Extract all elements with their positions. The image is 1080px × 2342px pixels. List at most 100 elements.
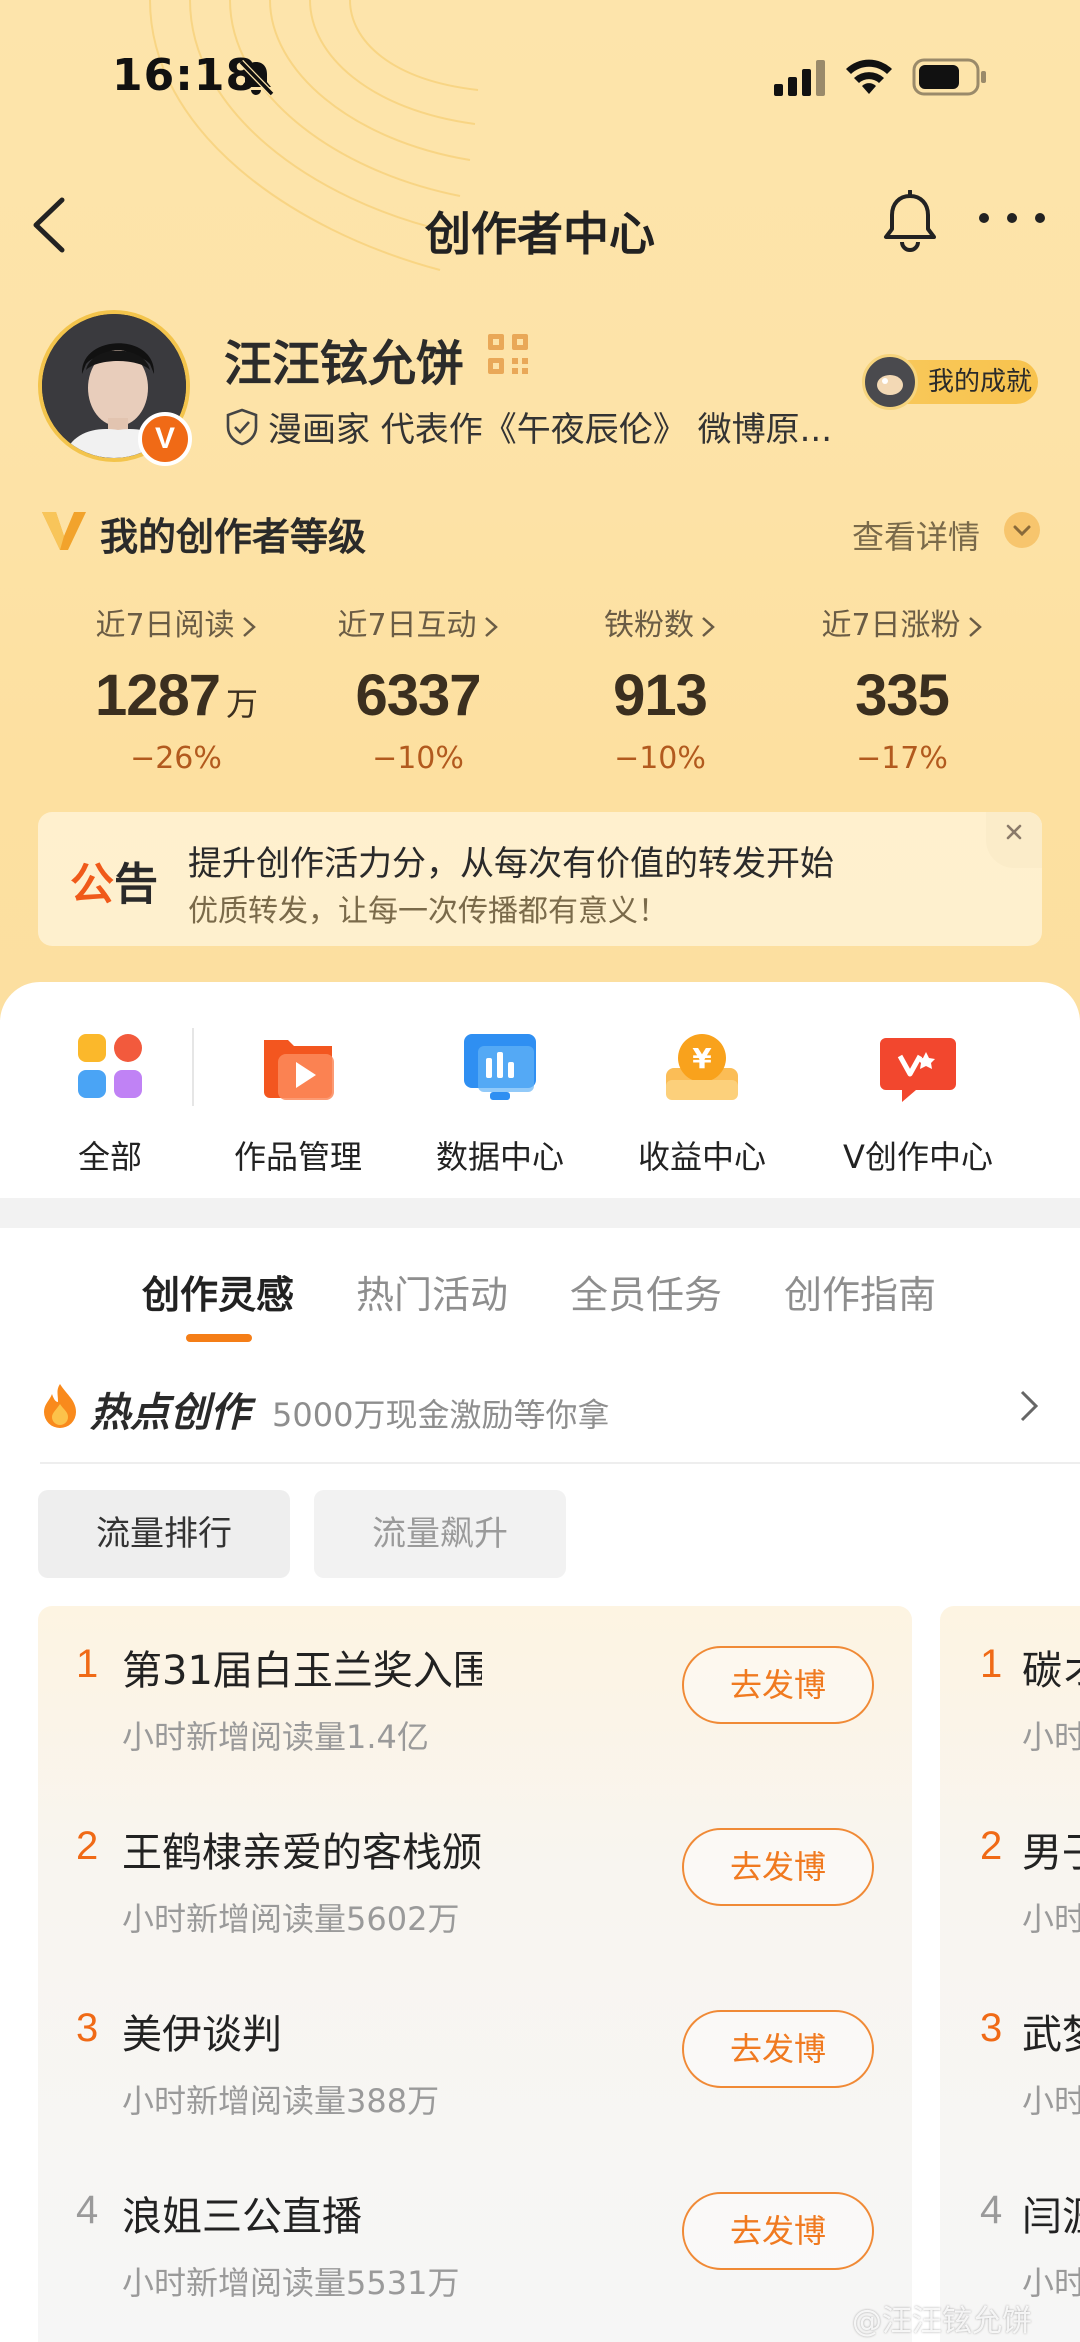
list-item: 3 武梦 小时	[940, 1970, 1080, 2150]
stat-change: −17%	[856, 741, 948, 776]
rank-number: 2	[980, 1824, 1003, 1868]
chevron-right-icon	[242, 616, 256, 637]
view-details-link[interactable]: 查看详情	[852, 512, 980, 558]
divider	[40, 1462, 1080, 1464]
ranking-card-peek[interactable]: 1 碳オ 小时 2 男子 小时 3 武梦 小时 4 闫涯 小时	[940, 1606, 1080, 2342]
close-icon[interactable]	[986, 812, 1042, 868]
filter-traffic-surge[interactable]: 流量飙升	[314, 1490, 566, 1578]
announcement-tag-a: 公	[70, 859, 114, 910]
quick-action-v-creator[interactable]: V创作中心	[818, 1026, 1018, 1178]
quick-action-works[interactable]: 作品管理	[198, 1026, 398, 1178]
topic-title: 闫涯	[1022, 2194, 1080, 2240]
stat-value: 913	[613, 663, 708, 728]
rank-number: 4	[76, 2188, 99, 2232]
topic-title: 武梦	[1022, 2012, 1080, 2058]
stat-value: 6337	[355, 663, 481, 728]
user-name: 汪汪铉允饼	[224, 336, 465, 392]
rank-number: 3	[76, 2006, 99, 2050]
battery-icon	[912, 58, 986, 96]
announcement-banner[interactable]: 公告 提升创作活力分，从每次有价值的转发开始 优质转发，让每一次传播都有意义！	[38, 812, 1042, 946]
my-achievements-button[interactable]: 我的成就	[862, 354, 1038, 410]
list-item: 2 男子 小时	[940, 1788, 1080, 1968]
quick-action-data-center[interactable]: 数据中心	[400, 1026, 600, 1178]
nav-bar: 创作者中心	[0, 180, 1080, 270]
topic-title: 男子	[1022, 1830, 1080, 1876]
quick-action-label: 收益中心	[637, 1138, 766, 1176]
quick-action-label: V创作中心	[843, 1138, 993, 1176]
stat-iron-fans[interactable]: 铁粉数 913 −10%	[540, 600, 780, 776]
watermark: @汪汪铉允饼	[852, 2304, 1032, 2339]
quick-action-earnings[interactable]: ¥ 收益中心	[602, 1026, 802, 1178]
qr-code-icon[interactable]	[486, 332, 530, 376]
creator-star-icon	[880, 1038, 956, 1102]
verified-v-badge: V	[138, 412, 192, 466]
bell-muted-icon	[238, 59, 275, 97]
tab-hot-events[interactable]: 热门活动	[356, 1264, 508, 1319]
topic-stat: 小时新增阅读量388万	[122, 2082, 440, 2120]
stat-new-fans[interactable]: 近7日涨粉 335 −17%	[782, 600, 1022, 776]
chevron-down-icon[interactable]	[1004, 512, 1040, 548]
grid-apps-icon	[78, 1034, 142, 1098]
quick-action-label: 数据中心	[435, 1138, 564, 1176]
rank-number: 1	[980, 1642, 1003, 1686]
announcement-tag-b: 告	[114, 859, 158, 910]
hot-creation-subtitle: 5000万现金激励等你拿	[272, 1396, 610, 1434]
fire-icon	[44, 1384, 76, 1428]
tab-creative-inspiration[interactable]: 创作灵感	[142, 1264, 294, 1319]
profile-section: V 汪汪铉允饼 漫画家 代表作《午夜辰伦》 微博原... 我的成就	[0, 310, 1080, 470]
more-options-icon[interactable]	[976, 206, 1048, 230]
section-gap	[0, 1198, 1080, 1228]
avatar[interactable]: V	[38, 310, 194, 466]
list-item[interactable]: 3 美伊谈判 小时新增阅读量388万 去发博	[38, 1970, 912, 2150]
status-bar: 16:18	[0, 50, 1080, 110]
tab-all-member-tasks[interactable]: 全员任务	[570, 1264, 722, 1319]
chevron-right-icon	[484, 616, 498, 637]
filter-traffic-ranking[interactable]: 流量排行	[38, 1490, 290, 1578]
announcement-headline: 提升创作活力分，从每次有价值的转发开始	[188, 844, 834, 884]
verification-text: 漫画家 代表作《午夜辰伦》 微博原...	[268, 410, 833, 450]
hot-creation-header[interactable]: 热点创作 5000万现金激励等你拿	[0, 1366, 1080, 1446]
topic-stat: 小时新增阅读量5531万	[122, 2264, 460, 2302]
play-folder-icon	[264, 1040, 334, 1100]
stat-label: 近7日互动	[337, 608, 477, 643]
tab-creation-guide[interactable]: 创作指南	[784, 1264, 936, 1319]
topic-title: 美伊谈判	[122, 2012, 282, 2058]
stat-label: 铁粉数	[604, 608, 694, 643]
creator-v-logo-icon	[42, 512, 86, 550]
post-button[interactable]: 去发博	[682, 1646, 874, 1724]
chart-monitor-icon	[464, 1034, 536, 1100]
ranking-card: 1 第31届白玉兰奖入围名单... 小时新增阅读量1.4亿 去发博 2 王鹤棣亲…	[38, 1606, 912, 2342]
stats-row: 近7日阅读 1287 万 −26% 近7日互动 6337 −10% 铁粉数 913…	[0, 600, 1080, 780]
post-button[interactable]: 去发博	[682, 1828, 874, 1906]
stat-value: 1287	[94, 663, 221, 728]
list-item[interactable]: 1 第31届白玉兰奖入围名单... 小时新增阅读量1.4亿 去发博	[38, 1606, 912, 1786]
stat-value: 335	[855, 663, 950, 728]
quick-action-all[interactable]: 全部	[10, 1026, 210, 1178]
list-item[interactable]: 4 浪姐三公直播 小时新增阅读量5531万 去发博	[38, 2152, 912, 2332]
cell-signal-icon	[774, 60, 825, 96]
stat-interactions[interactable]: 近7日互动 6337 −10%	[298, 600, 538, 776]
verification-info[interactable]: 漫画家 代表作《午夜辰伦》 微博原...	[224, 402, 864, 451]
list-item[interactable]: 2 王鹤棣亲爱的客栈颁奖争议 小时新增阅读量5602万 去发博	[38, 1788, 912, 1968]
quick-action-label: 作品管理	[233, 1138, 362, 1176]
creator-level-title: 我的创作者等级	[100, 515, 367, 559]
stat-change: −26%	[130, 741, 222, 776]
announcement-subline: 优质转发，让每一次传播都有意义！	[188, 894, 668, 929]
topic-stat: 小时新增阅读量1.4亿	[122, 1718, 429, 1756]
topic-title: 碳オ	[1022, 1648, 1080, 1694]
shield-check-icon	[226, 408, 258, 445]
stat-reads[interactable]: 近7日阅读 1287 万 −26%	[56, 600, 296, 776]
active-tab-indicator	[186, 1334, 252, 1342]
notification-bell-icon[interactable]	[880, 190, 940, 254]
stat-change: −10%	[372, 741, 464, 776]
main-panel: 全部 作品管理 数据中心 ¥ 收益中心 V创作中心 创作灵感 热门活动 全员任务…	[0, 982, 1080, 2342]
stat-label: 近7日阅读	[95, 608, 235, 643]
hot-creation-title: 热点创作	[90, 1390, 250, 1436]
divider	[192, 1028, 194, 1106]
chevron-right-icon	[968, 616, 982, 637]
quick-action-label: 全部	[77, 1138, 142, 1176]
rank-number: 2	[76, 1824, 99, 1868]
post-button[interactable]: 去发博	[682, 2010, 874, 2088]
post-button[interactable]: 去发博	[682, 2192, 874, 2270]
chevron-right-icon	[1020, 1390, 1039, 1422]
